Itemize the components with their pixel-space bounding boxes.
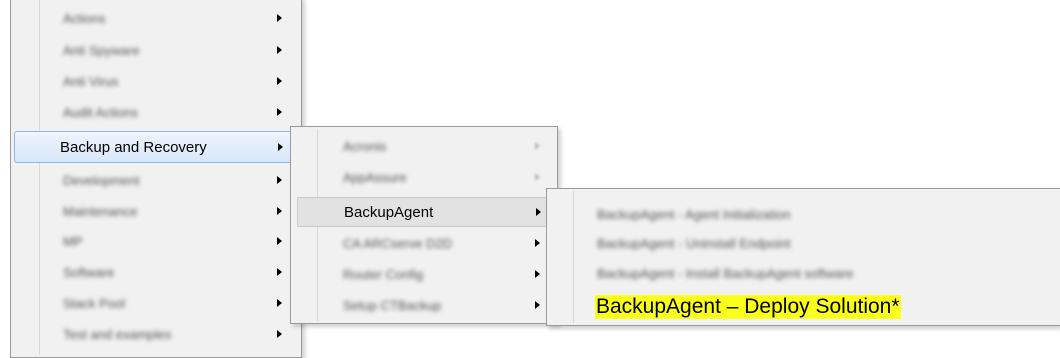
menu-item-agent-initialization[interactable]: BackupAgent - Agent Initialization [553,201,1053,227]
menu-item-label: Software [63,264,115,280]
context-menu-level-3: BackupAgent - Agent Initialization Backu… [546,188,1060,326]
menu-item-router-config[interactable]: Router Config [297,261,555,287]
submenu-arrow-icon [277,77,282,85]
submenu-arrow-icon [535,301,540,309]
menu-item-label: BackupAgent - Uninstall Endpoint [597,235,791,251]
submenu-arrow-icon [535,270,540,278]
menu-item-software[interactable]: Software [29,259,301,285]
submenu-arrow-icon [535,173,540,181]
submenu-arrow-icon [277,108,282,116]
submenu-arrow-icon [535,239,540,247]
menu-item-label: BackupAgent - Agent Initialization [597,206,791,222]
menu-item-anti-virus[interactable]: Anti Virus [29,68,301,94]
menu-item-uninstall-endpoint[interactable]: BackupAgent - Uninstall Endpoint [553,230,1053,256]
menu-item-mp[interactable]: MP [29,228,301,254]
menu-item-label: Actions [63,10,106,26]
submenu-arrow-icon [535,142,540,150]
menu-item-label: BackupAgent - Install BackupAgent softwa… [597,265,854,281]
menu-item-label: Audit Actions [63,104,139,120]
submenu-arrow-icon [536,208,541,216]
menu-item-backup-and-recovery[interactable]: Backup and Recovery [14,131,300,163]
menu-item-label: Stack Pool [63,295,126,311]
submenu-arrow-icon [277,330,282,338]
context-menu-level-1: Actions Anti Spyware Anti Virus Audit Ac… [10,0,302,358]
menu-item-label: Router Config [343,266,424,282]
menu-item-label: Development [63,172,140,188]
submenu-arrow-icon [277,14,282,22]
menu-item-label: Test and examples [63,326,172,342]
submenu-arrow-icon [277,46,282,54]
menu-item-development[interactable]: Development [29,167,301,193]
menu-item-maintenance[interactable]: Maintenance [29,198,301,224]
submenu-arrow-icon [277,237,282,245]
menu-item-anti-spyware[interactable]: Anti Spyware [29,37,301,63]
menu-item-label: Maintenance [63,203,138,219]
menu-item-label: MP [63,233,83,249]
menu-item-label: Backup and Recovery [60,138,207,156]
submenu-arrow-icon [277,207,282,215]
submenu-arrow-icon [277,176,282,184]
menu-item-label: BackupAgent [344,203,434,221]
menu-item-label: AppAssure [343,169,407,185]
menu-item-deploy-solution[interactable]: BackupAgent – Deploy Solution* [553,293,1053,321]
menu-item-install-backupagent-software[interactable]: BackupAgent - Install BackupAgent softwa… [553,260,1053,286]
menu-item-label: Setup CTBackup [343,297,442,313]
menu-item-label: CA ARCserve D2D [343,235,453,251]
submenu-arrow-icon [277,268,282,276]
context-menu-level-2: Acronis AppAssure BackupAgent CA ARCserv… [290,126,558,324]
menu-item-audit-actions[interactable]: Audit Actions [29,99,301,125]
menu-item-test-and-examples[interactable]: Test and examples [29,321,301,347]
submenu-arrow-icon [278,143,283,151]
menu-item-label: Anti Virus [63,73,119,89]
menu-item-label: Acronis [343,138,387,154]
submenu-arrow-icon [277,299,282,307]
menu-item-backupagent[interactable]: BackupAgent [297,197,555,227]
menu-item-actions[interactable]: Actions [29,5,301,31]
menu-item-label: BackupAgent – Deploy Solution* [595,295,901,319]
menu-item-label: Anti Spyware [63,42,140,58]
menu-item-ca-arcserve-d2d[interactable]: CA ARCserve D2D [297,230,555,256]
menu-item-stack-pool[interactable]: Stack Pool [29,290,301,316]
menu-item-appassure[interactable]: AppAssure [297,164,555,190]
menu-item-setup-ctbackup[interactable]: Setup CTBackup [297,292,555,318]
menu-item-acronis[interactable]: Acronis [297,133,555,159]
